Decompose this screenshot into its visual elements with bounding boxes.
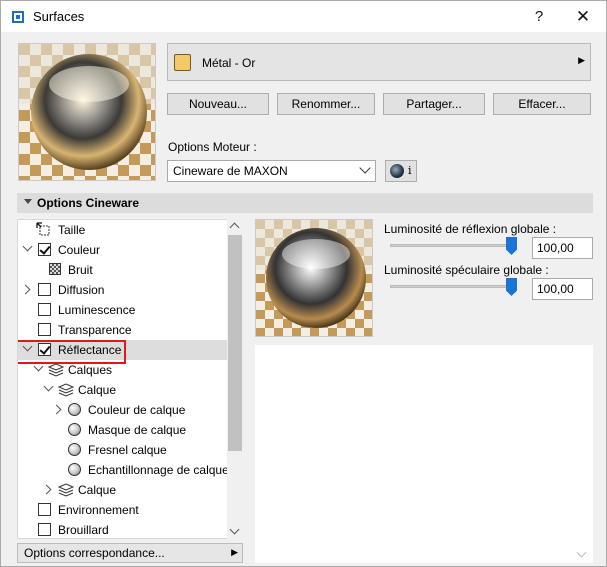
tree-item-layer-1[interactable]: Calque: [18, 380, 228, 400]
tree-item-layer-mask[interactable]: Masque de calque: [18, 420, 228, 440]
engine-info-button[interactable]: i: [385, 160, 417, 182]
correspondence-label: Options correspondance...: [24, 546, 165, 560]
tree-item-fog[interactable]: Brouillard: [18, 520, 228, 538]
tree-item-label: Calques: [68, 363, 113, 377]
tree-item-layer-fresnel[interactable]: Fresnel calque: [18, 440, 228, 460]
layers-icon: [58, 483, 74, 497]
surfaces-app-icon: [12, 11, 24, 23]
tree-item-label: Calque: [78, 383, 117, 397]
tree-item-label: Couleur: [58, 243, 101, 257]
specular-brightness-input[interactable]: 100,00: [532, 278, 593, 300]
tree-item-label: Taille: [58, 223, 86, 237]
tree-item-color[interactable]: Couleur: [18, 240, 228, 260]
tree-item-layer-2[interactable]: Calque: [18, 480, 228, 500]
scroll-up-icon[interactable]: [229, 222, 240, 233]
reflectance-highlight: [18, 340, 126, 364]
tree-item-label: Brouillard: [58, 523, 109, 537]
layers-icon: [48, 363, 64, 377]
tree-item-transparency[interactable]: Transparence: [18, 320, 228, 340]
collapse-arrow-icon: [24, 199, 32, 204]
material-color-swatch: [174, 54, 191, 71]
scroll-down-icon[interactable]: [229, 524, 240, 535]
tree-item-label: Diffusion: [58, 283, 105, 297]
layers-icon: [58, 383, 74, 397]
rename-button[interactable]: Renommer...: [277, 93, 375, 115]
material-name: Métal - Or: [202, 56, 256, 70]
channel-preview: [255, 219, 373, 337]
new-button[interactable]: Nouveau...: [167, 93, 269, 115]
engine-value: Cineware de MAXON: [173, 164, 288, 178]
section-title: Options Cineware: [37, 196, 140, 210]
expand-arrow-icon[interactable]: [20, 284, 31, 295]
engine-select[interactable]: Cineware de MAXON: [167, 160, 376, 182]
sphere-icon: [68, 423, 81, 436]
chevron-right-icon: ▶: [578, 55, 585, 65]
tree-item-label: Couleur de calque: [88, 403, 186, 417]
tree-item-label: Luminescence: [58, 303, 136, 317]
expand-arrow-icon[interactable]: [41, 484, 52, 495]
tree-scrollbar[interactable]: [227, 219, 243, 539]
tree-item-diffusion[interactable]: Diffusion: [18, 280, 228, 300]
tree-item-layer-color[interactable]: Couleur de calque: [18, 400, 228, 420]
share-button[interactable]: Partager...: [383, 93, 485, 115]
channel-settings-panel: [255, 345, 593, 563]
tree-item-label: Environnement: [58, 503, 139, 517]
specular-brightness-slider[interactable]: [390, 278, 517, 296]
info-label: i: [408, 164, 412, 177]
channel-tree: Taille Couleur Bruit Diffusion Luminesce…: [17, 219, 243, 539]
tree-item-label: Transparence: [58, 323, 132, 337]
slider-track: [390, 244, 517, 247]
sphere-icon: [68, 403, 81, 416]
tree-item-luminescence[interactable]: Luminescence: [18, 300, 228, 320]
chevron-right-icon: ▶: [231, 547, 238, 557]
expand-arrow-icon[interactable]: [22, 241, 33, 252]
tree-item-layer-sampling[interactable]: Echantillonnage de calque: [18, 460, 229, 480]
tree-item-size[interactable]: Taille: [18, 220, 228, 240]
fog-checkbox[interactable]: [38, 523, 51, 536]
tree-item-label: Echantillonnage de calque: [88, 463, 229, 477]
transparency-checkbox[interactable]: [38, 323, 51, 336]
clear-button[interactable]: Effacer...: [493, 93, 591, 115]
size-icon: [36, 222, 50, 236]
luminescence-checkbox[interactable]: [38, 303, 51, 316]
material-preview: [18, 43, 156, 181]
slider-track: [390, 285, 517, 288]
tree-item-label: Fresnel calque: [88, 443, 167, 457]
reflection-brightness-label: Luminosité de réflexion globale :: [384, 222, 557, 236]
scroll-thumb[interactable]: [228, 235, 242, 451]
color-checkbox[interactable]: [38, 243, 51, 256]
tree-item-label: Masque de calque: [88, 423, 187, 437]
cineware-options-header[interactable]: Options Cineware: [17, 193, 593, 213]
help-button[interactable]: ?: [519, 1, 559, 32]
environment-checkbox[interactable]: [38, 503, 51, 516]
engine-options-label: Options Moteur :: [168, 140, 257, 154]
tree-item-environment[interactable]: Environnement: [18, 500, 228, 520]
cinema4d-icon: [390, 164, 404, 178]
specular-brightness-label: Luminosité spéculaire globale :: [384, 263, 549, 277]
reflection-brightness-input[interactable]: 100,00: [532, 237, 593, 259]
tree-item-noise[interactable]: Bruit: [18, 260, 228, 280]
window-title: Surfaces: [33, 9, 85, 24]
title-bar: Surfaces ? ✕: [1, 1, 606, 32]
slider-handle[interactable]: [506, 237, 517, 255]
slider-handle[interactable]: [506, 278, 517, 296]
sphere-icon: [68, 443, 81, 456]
material-selector[interactable]: Métal - Or ▶: [167, 43, 591, 81]
noise-icon: [49, 263, 61, 275]
tree-item-label: Bruit: [68, 263, 93, 277]
surfaces-dialog: Surfaces ? ✕ Métal - Or ▶ Nouveau... Ren…: [0, 0, 607, 567]
tree-item-label: Calque: [78, 483, 117, 497]
reflection-brightness-slider[interactable]: [390, 237, 517, 255]
close-button[interactable]: ✕: [563, 1, 603, 32]
chevron-down-icon: [359, 162, 371, 174]
expand-arrow-icon[interactable]: [43, 381, 54, 392]
expand-arrow-icon[interactable]: [51, 404, 62, 415]
sphere-icon: [68, 463, 81, 476]
correspondence-options-button[interactable]: Options correspondance... ▶: [17, 543, 243, 563]
diffusion-checkbox[interactable]: [38, 283, 51, 296]
